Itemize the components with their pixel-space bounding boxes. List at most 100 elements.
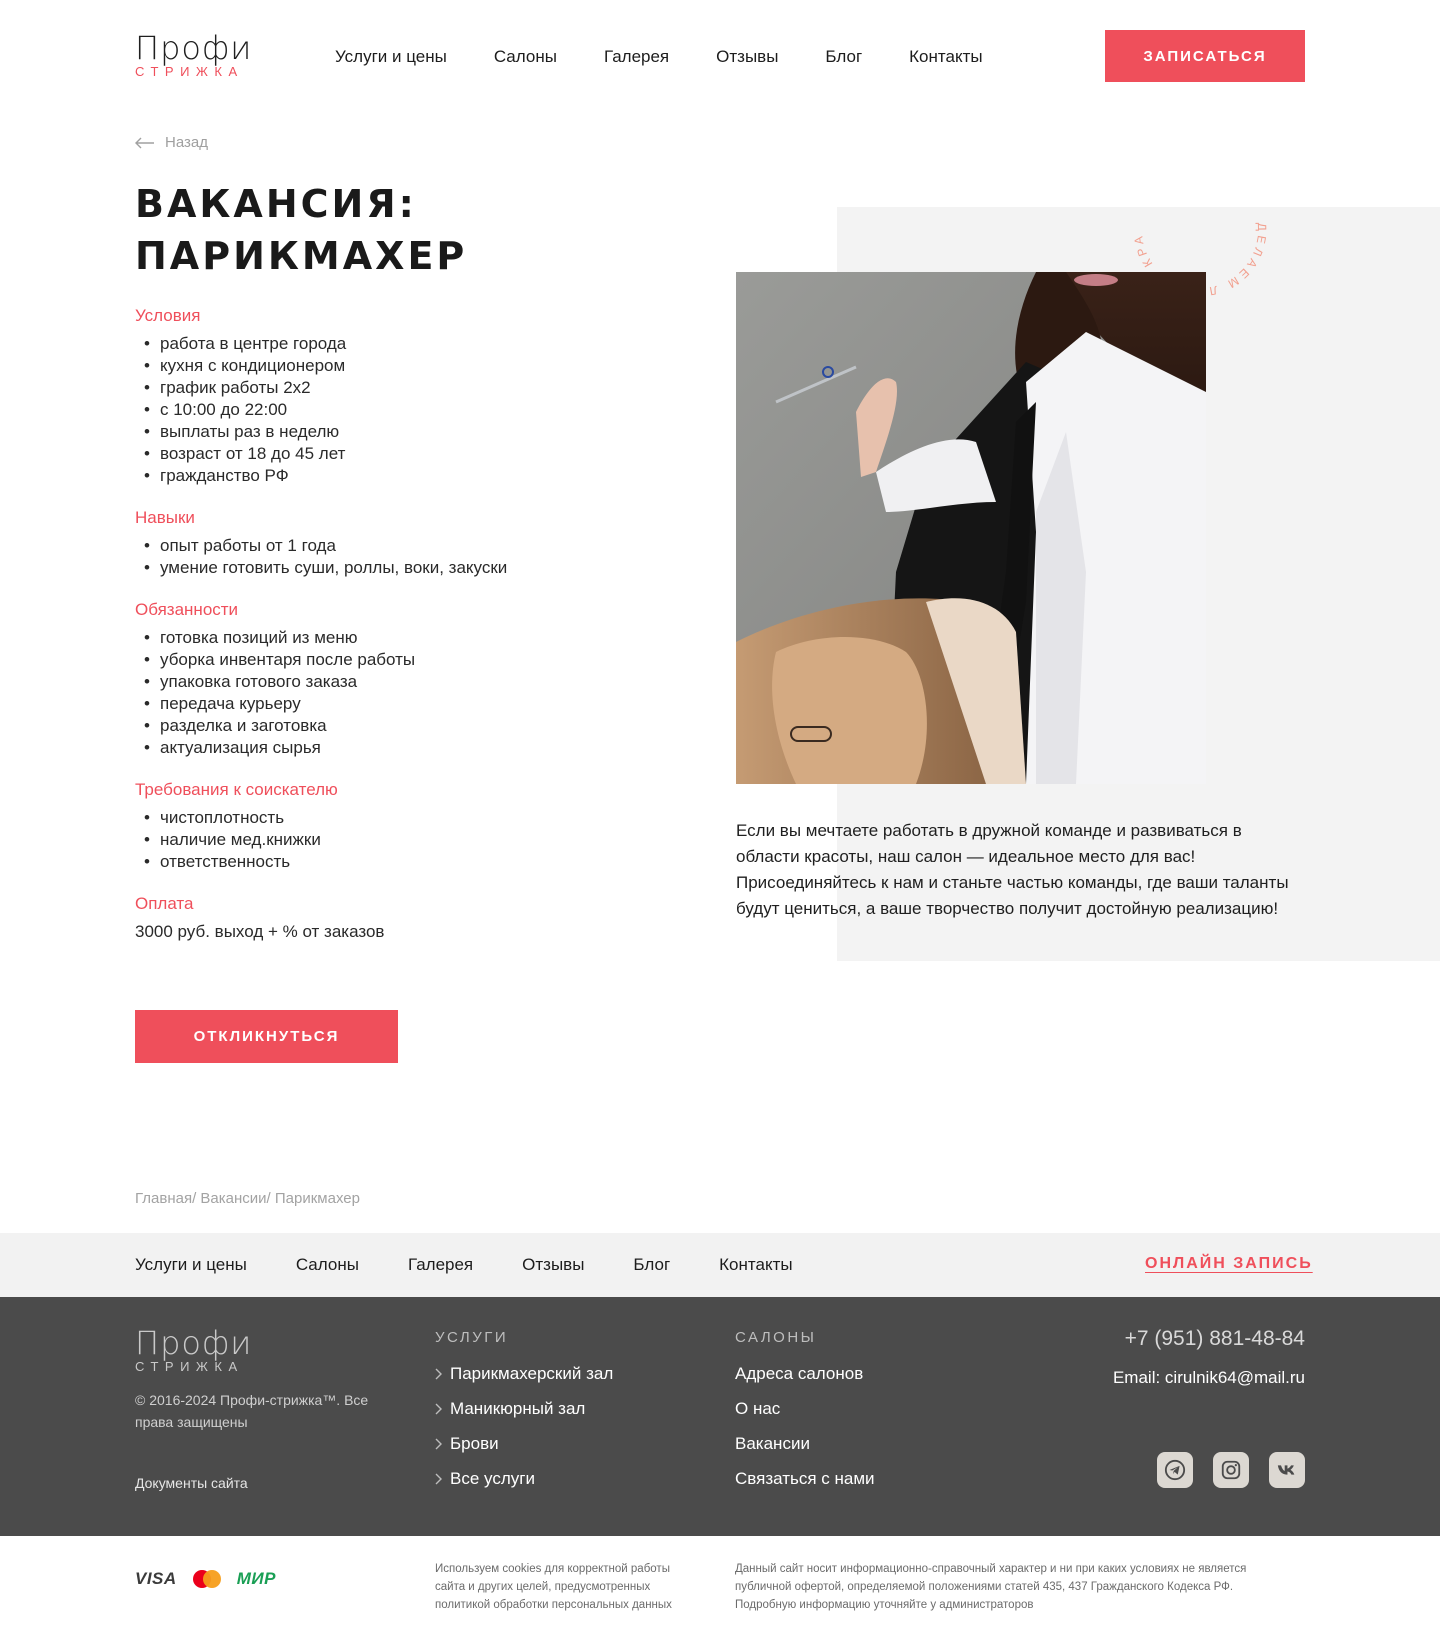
page-title-line-2: парикмахер (135, 234, 468, 278)
mir-logo: МИР (236, 1569, 276, 1588)
nav-item-services[interactable]: Услуги и цены (335, 47, 447, 67)
arrow-left-icon (135, 137, 154, 148)
main-nav: Услуги и цены Салоны Галерея Отзывы Блог… (335, 47, 1030, 67)
vk-icon[interactable] (1269, 1452, 1305, 1488)
section-heading: Обязанности (135, 600, 239, 619)
site-documents-link[interactable]: Документы сайта (135, 1475, 248, 1491)
section-heading: Оплата (135, 894, 194, 913)
skills-list: опыт работы от 1 года умение готовить су… (135, 535, 695, 579)
section-heading: Требования к соискателю (135, 780, 338, 799)
nav-item-salons[interactable]: Салоны (494, 47, 557, 67)
chevron-right-icon (435, 1473, 442, 1485)
footer-salon-link[interactable]: Адреса салонов (735, 1363, 875, 1385)
vacancy-intro-text: Если вы мечтаете работать в дружной кома… (736, 821, 1289, 918)
footer-service-label: Парикмахерский зал (450, 1364, 614, 1383)
vacancy-details: Условия работа в центре города кухня с к… (135, 305, 695, 963)
footer-services-heading: Услуги (435, 1329, 509, 1346)
list-item: график работы 2х2 (135, 377, 695, 399)
list-item: с 10:00 до 22:00 (135, 399, 695, 421)
bottom-legal-strip: VISA МИР Используем cookies для корректн… (0, 1536, 1440, 1632)
footer-service-link[interactable]: Маникюрный зал (435, 1398, 613, 1420)
legal-disclaimer: Данный сайт носит информационно-справочн… (735, 1563, 1247, 1611)
list-item: выплаты раз в неделю (135, 421, 695, 443)
footer-nav-item-contacts[interactable]: Контакты (719, 1255, 792, 1275)
page-title-line-1: Вакансия: (135, 182, 417, 226)
footer-service-label: Брови (450, 1434, 499, 1453)
list-item: готовка позиций из меню (135, 627, 695, 649)
copyright-text: © 2016-2024 Профи-стрижка™. Все права за… (135, 1392, 369, 1430)
list-item: умение готовить суши, роллы, воки, закус… (135, 557, 695, 579)
list-item: чистоплотность (135, 807, 695, 829)
site-footer: Профи стрижка © 2016-2024 Профи-стрижка™… (0, 1297, 1440, 1536)
nav-item-reviews[interactable]: Отзывы (716, 47, 778, 67)
footer-service-link[interactable]: Брови (435, 1433, 613, 1455)
phone-number[interactable]: +7 (951) 881-48-84 (1125, 1327, 1305, 1351)
chevron-right-icon (435, 1368, 442, 1380)
list-item: работа в центре города (135, 333, 695, 355)
footer-logo-top-text: Профи (135, 1324, 253, 1362)
footer-nav-item-blog[interactable]: Блог (633, 1255, 670, 1275)
list-item: упаковка готового заказа (135, 671, 695, 693)
list-item: разделка и заготовка (135, 715, 695, 737)
list-item: передача курьеру (135, 693, 695, 715)
site-header: Профи стрижка Услуги и цены Салоны Галер… (0, 0, 1440, 120)
logo[interactable]: Профи стрижка (135, 32, 252, 79)
footer-nav: Услуги и цены Салоны Галерея Отзывы Блог… (135, 1255, 842, 1275)
list-item: возраст от 18 до 45 лет (135, 443, 695, 465)
logo-top-text: Профи (135, 29, 253, 67)
footer-salons-column: Салоны Адреса салонов О нас Вакансии Свя… (735, 1329, 875, 1503)
section-payment: Оплата 3000 руб. выход + % от заказов (135, 893, 695, 943)
conditions-list: работа в центре города кухня с кондицион… (135, 333, 695, 487)
nav-item-blog[interactable]: Блог (825, 47, 862, 67)
duties-list: готовка позиций из меню уборка инвентаря… (135, 627, 695, 759)
social-links (1137, 1452, 1305, 1488)
section-heading: Условия (135, 306, 201, 325)
chevron-right-icon (435, 1438, 442, 1450)
footer-salon-link[interactable]: Вакансии (735, 1433, 875, 1455)
list-item: кухня с кондиционером (135, 355, 695, 377)
email-address[interactable]: Email: cirulnik64@mail.ru (1113, 1368, 1305, 1388)
footer-service-link[interactable]: Все услуги (435, 1468, 613, 1490)
footer-service-link[interactable]: Парикмахерский зал (435, 1363, 613, 1385)
chevron-right-icon (435, 1403, 442, 1415)
footer-nav-item-salons[interactable]: Салоны (296, 1255, 359, 1275)
payment-text: 3000 руб. выход + % от заказов (135, 922, 385, 941)
page-title: Вакансия: парикмахер (135, 178, 735, 282)
footer-service-label: Маникюрный зал (450, 1399, 586, 1418)
payment-logos: VISA МИР (135, 1569, 276, 1589)
footer-logo[interactable]: Профи стрижка (135, 1327, 252, 1374)
signup-button[interactable]: Записаться (1105, 30, 1305, 82)
footer-nav-item-gallery[interactable]: Галерея (408, 1255, 473, 1275)
section-duties: Обязанности готовка позиций из меню убор… (135, 599, 695, 759)
breadcrumb[interactable]: Главная/ Вакансии/ Парикмахер (135, 1190, 360, 1207)
visa-logo: VISA (135, 1569, 177, 1588)
online-booking-link[interactable]: Онлайн запись (1145, 1255, 1313, 1273)
footer-services-list: Парикмахерский зал Маникюрный зал Брови … (435, 1363, 613, 1490)
footer-salons-heading: Салоны (735, 1329, 817, 1346)
footer-service-label: Все услуги (450, 1469, 535, 1488)
mastercard-icon (192, 1570, 221, 1588)
list-item: ответственность (135, 851, 695, 873)
list-item: опыт работы от 1 года (135, 535, 695, 557)
telegram-icon[interactable] (1157, 1452, 1193, 1488)
footer-nav-item-reviews[interactable]: Отзывы (522, 1255, 584, 1275)
footer-salon-link[interactable]: О нас (735, 1398, 875, 1420)
list-item: гражданство РФ (135, 465, 695, 487)
back-link[interactable]: Назад (135, 134, 208, 151)
cookies-notice: Используем cookies для корректной работы… (435, 1563, 672, 1611)
list-item: наличие мед.книжки (135, 829, 695, 851)
logo-bottom-text: стрижка (135, 64, 244, 79)
respond-button[interactable]: Откликнуться (135, 1010, 398, 1063)
hairdresser-photo (736, 272, 1206, 784)
back-label: Назад (165, 134, 208, 151)
nav-item-contacts[interactable]: Контакты (909, 47, 982, 67)
photo-illustration (736, 272, 1206, 784)
footer-nav-item-services[interactable]: Услуги и цены (135, 1255, 247, 1275)
instagram-icon[interactable] (1213, 1452, 1249, 1488)
nav-item-gallery[interactable]: Галерея (604, 47, 669, 67)
footer-salon-link[interactable]: Связаться с нами (735, 1468, 875, 1490)
list-item: актуализация сырья (135, 737, 695, 759)
footer-services-column: Услуги Парикмахерский зал Маникюрный зал… (435, 1329, 613, 1503)
footer-salons-list: Адреса салонов О нас Вакансии Связаться … (735, 1363, 875, 1490)
section-conditions: Условия работа в центре города кухня с к… (135, 305, 695, 487)
